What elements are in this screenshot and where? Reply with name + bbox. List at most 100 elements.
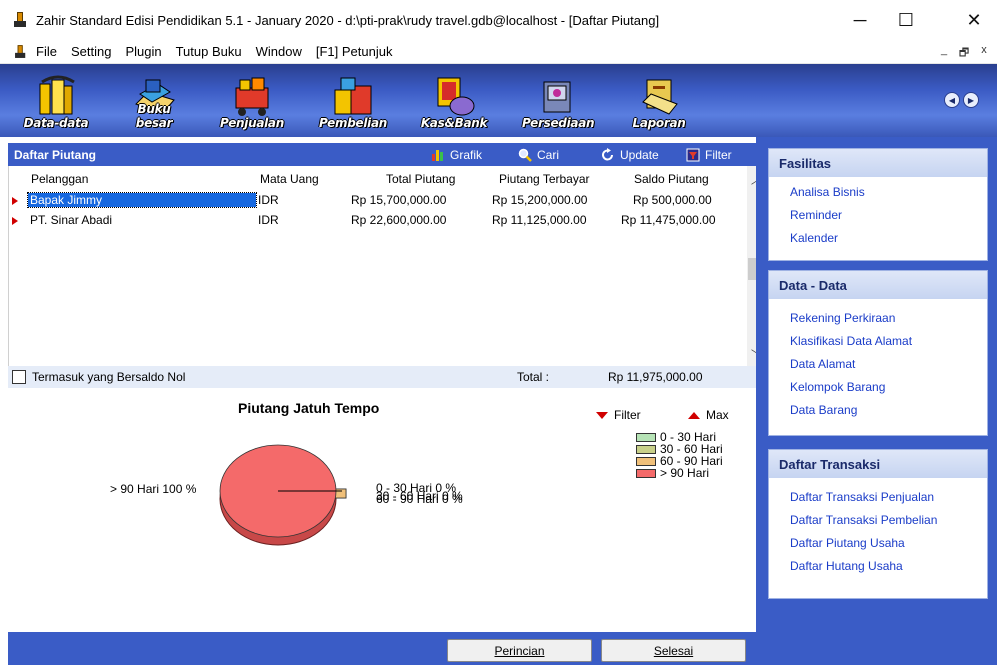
link-hutang-usaha[interactable]: Daftar Hutang Usaha [790,555,987,578]
legend-filter-label: Filter [614,408,641,422]
money-bag-icon [437,77,475,116]
window-title: Zahir Standard Edisi Pendidikan 5.1 - Ja… [36,12,660,28]
cell-saldo[interactable]: Rp 11,475,000.00 [621,213,716,227]
link-rekening-perkiraan[interactable]: Rekening Perkiraan [790,307,987,330]
tool-label: Penjualan [220,116,284,130]
inventory-box-icon [543,81,571,113]
max-up-icon [688,411,700,419]
search-icon [518,148,532,162]
chart-area: Piutang Jatuh Tempo Filter Max 0 - 30 Ha… [8,388,756,632]
selesai-button[interactable]: Selesai [601,639,746,662]
link-kalender[interactable]: Kalender [790,227,987,250]
chart-title: Piutang Jatuh Tempo [238,400,380,416]
menu-setting[interactable]: Setting [71,44,111,59]
pie-chart [219,444,347,546]
mdi-app-icon[interactable] [15,44,27,59]
tool-pembelian[interactable]: Pembelian [317,72,389,134]
link-transaksi-pembelian[interactable]: Daftar Transaksi Pembelian [790,509,987,532]
menu-tutup-buku[interactable]: Tutup Buku [176,44,242,59]
grafik-button[interactable]: Grafik [431,143,482,166]
data-data-box: Data - Data Rekening Perkiraan Klasifika… [768,270,988,436]
mdi-minimize-button[interactable]: _ [935,44,953,56]
col-total-piutang[interactable]: Total Piutang [386,172,455,186]
legend-max[interactable]: Max [688,408,729,422]
tool-data-data[interactable]: Data-data [20,72,92,134]
row-indicator-icon [12,197,18,205]
link-kelompok-barang[interactable]: Kelompok Barang [790,376,987,399]
link-data-barang[interactable]: Data Barang [790,399,987,422]
table-row[interactable]: PT. Sinar Abadi IDR Rp 22,600,000.00 Rp … [9,213,739,229]
nav-prev-button[interactable]: ◀ [944,92,960,108]
menu-window[interactable]: Window [256,44,302,59]
legend-filter[interactable]: Filter [596,408,641,422]
link-data-alamat[interactable]: Data Alamat [790,353,987,376]
col-saldo-piutang[interactable]: Saldo Piutang [634,172,709,186]
col-pelanggan[interactable]: Pelanggan [31,172,88,186]
cell-saldo[interactable]: Rp 500,000.00 [633,193,712,207]
perincian-button[interactable]: Perincian [447,639,592,662]
cell-pelanggan[interactable]: PT. Sinar Abadi [30,213,112,227]
filter-down-icon [596,411,608,419]
col-mata-uang[interactable]: Mata Uang [260,172,319,186]
cell-mata-uang[interactable]: IDR [258,193,279,207]
filter-button[interactable]: Filter [686,143,732,166]
slice-label: 60 - 90 Hari 0 % [376,492,463,506]
cell-pelanggan[interactable]: Bapak Jimmy [27,192,257,208]
legend-text: > 90 Hari [660,466,710,480]
link-piutang-usaha[interactable]: Daftar Piutang Usaha [790,532,987,555]
table-row[interactable]: Bapak Jimmy IDR Rp 15,700,000.00 Rp 15,2… [9,192,739,209]
col-piutang-terbayar[interactable]: Piutang Terbayar [499,172,590,186]
zahir-app-icon[interactable] [14,12,28,28]
mdi-restore-button[interactable]: 🗗 [955,44,973,63]
filter-label: Filter [705,147,732,162]
refresh-icon [602,147,613,160]
tool-persediaan[interactable]: Persediaan [522,72,595,134]
cell-total[interactable]: Rp 15,700,000.00 [351,193,446,207]
menu-file[interactable]: File [36,44,57,59]
tool-penjualan[interactable]: Penjualan [216,72,288,134]
saldo-nol-checkbox[interactable] [12,370,26,384]
chart-legend: 0 - 30 Hari 30 - 60 Hari 60 - 90 Hari > … [636,430,723,480]
bottom-bar: Perincian Selesai [8,632,756,665]
mdi-close-button[interactable]: x [975,44,993,56]
fasilitas-box: Fasilitas Analisa Bisnis Reminder Kalend… [768,148,988,261]
perincian-label: Perincian [494,643,545,658]
minimize-button[interactable]: ─ [837,0,883,40]
total-label: Total : [517,370,550,384]
tool-label: Persediaan [522,116,595,130]
filter-icon [686,148,700,161]
bar-chart-icon [432,149,443,161]
cari-button[interactable]: Cari [518,143,559,166]
maximize-button[interactable]: ☐ [883,0,929,40]
legend-swatch [636,468,656,478]
tool-laporan[interactable]: Laporan [623,72,695,134]
main-toolbar: Data-data Buku besar Penjualan Pembelian [0,64,997,137]
link-klasifikasi-data-alamat[interactable]: Klasifikasi Data Alamat [790,330,987,353]
folders-icon [39,75,75,115]
cell-total[interactable]: Rp 22,600,000.00 [351,213,446,227]
daftar-piutang-header: Daftar Piutang Grafik Cari Update Filter [8,143,756,166]
legend-entry: > 90 Hari [636,466,723,480]
cell-terbayar[interactable]: Rp 15,200,000.00 [492,193,587,207]
menu-petunjuk[interactable]: [F1] Petunjuk [316,44,393,59]
fasilitas-title: Fasilitas [769,149,987,177]
legend-swatch [636,432,656,442]
update-button[interactable]: Update [601,143,659,166]
cell-mata-uang[interactable]: IDR [258,213,279,227]
link-analisa-bisnis[interactable]: Analisa Bisnis [790,181,987,204]
cell-terbayar[interactable]: Rp 11,125,000.00 [492,213,587,227]
tool-buku-besar[interactable]: Buku besar [118,72,190,134]
link-transaksi-penjualan[interactable]: Daftar Transaksi Penjualan [790,486,987,509]
link-reminder[interactable]: Reminder [790,204,987,227]
tool-kas-bank[interactable]: Kas&Bank [418,72,490,134]
total-value: Rp 11,975,000.00 [608,370,703,384]
row-indicator-icon [12,217,18,225]
selesai-label: Selesai [653,643,694,658]
close-button[interactable]: ✕ [951,0,997,40]
tool-label: Pembelian [318,116,387,130]
nav-next-button[interactable]: ▶ [963,92,979,108]
menu-plugin[interactable]: Plugin [125,44,161,59]
tool-label: Data-data [23,116,89,130]
slice-label: > 90 Hari 100 % [110,482,197,496]
panel-title: Daftar Piutang [14,147,97,162]
